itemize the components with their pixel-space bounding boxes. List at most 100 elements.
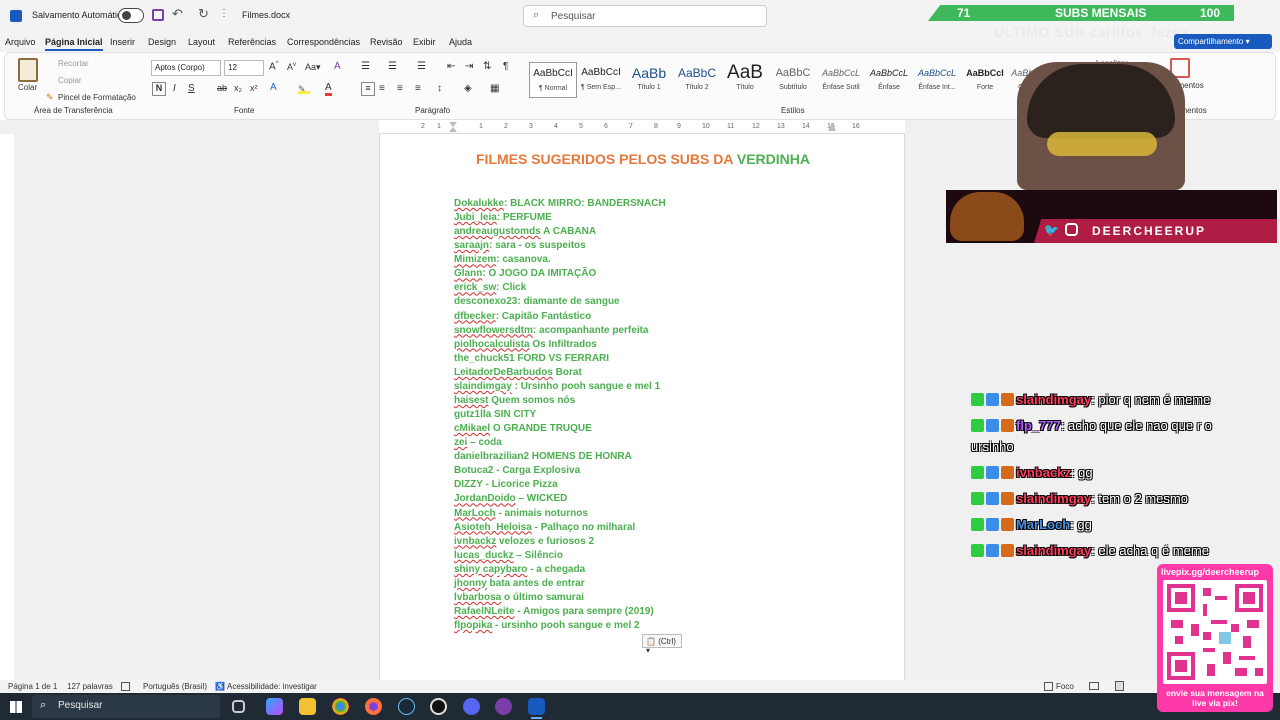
style-heading-2[interactable]: AaBbC Título 2 [673,62,721,98]
style-title[interactable]: AaB Título [721,62,769,98]
customize-menu-icon[interactable]: ⋮ [219,8,229,19]
bold-button[interactable]: N [152,82,166,96]
word-count[interactable]: 127 palavras [67,682,113,691]
style-strong[interactable]: AaBbCcI Forte [961,62,1009,98]
read-mode-icon[interactable] [1089,682,1099,690]
indent-marker-icon[interactable] [449,122,457,132]
align-right-icon[interactable]: ≡ [397,83,403,94]
undo-icon[interactable]: ↶ [172,6,183,22]
sort-icon[interactable]: ⇅ [483,61,491,72]
vertical-ruler[interactable] [0,134,14,680]
word-icon[interactable] [528,698,545,715]
text-effects-icon[interactable]: A [270,82,277,93]
font-name-select[interactable]: Aptos (Corpo) [151,60,221,76]
tab-correspondencias[interactable]: Correspondências [287,37,360,47]
tab-ajuda[interactable]: Ajuda [449,37,472,47]
format-painter-button[interactable]: Pincel de Formatação [58,93,136,102]
style-subtitle[interactable]: AaBbC Subtítulo [769,62,817,98]
paste-icon[interactable] [18,58,38,82]
decrease-indent-icon[interactable]: ⇤ [447,61,455,72]
windows-start-icon[interactable] [10,701,22,713]
italic-button[interactable]: I [173,83,176,94]
accessibility-status[interactable]: Acessibilidade: investigar [227,682,317,691]
style-emphasis[interactable]: AaBbCcL Ênfase [865,62,913,98]
borders-icon[interactable]: ▦ [490,83,499,94]
tab-layout[interactable]: Layout [188,37,215,47]
chat-badge-icon [971,518,984,531]
horizontal-ruler[interactable]: 2 1 1 2 3 4 5 6 7 8 9 10 11 12 13 14 15 … [379,120,905,134]
tab-exibir[interactable]: Exibir [413,37,436,47]
subscript-button[interactable]: x₂ [234,83,242,93]
font-size-select[interactable]: 12 [224,60,264,76]
tab-revisao[interactable]: Revisão [370,37,403,47]
strikethrough-button[interactable]: ab [217,83,227,93]
page-count[interactable]: Página 1 de 1 [8,682,57,691]
style-heading-1[interactable]: AaBb Título 1 [625,62,673,98]
line-username: Mimizem [454,254,497,266]
style-no-spacing[interactable]: AaBbCcI ¶ Sem Esp... [577,62,625,98]
clipboard-icon: 📋 [646,637,656,646]
task-view-icon[interactable] [232,700,245,713]
chat-message: flp_777: acho que ele nao que r o [971,418,1212,433]
shrink-font-button[interactable]: Av [287,62,296,72]
sub-count: 71 [957,6,971,20]
copy-button[interactable]: Copiar [58,76,82,85]
streamer-app-icon[interactable] [495,698,512,715]
align-left-icon[interactable]: ≡ [361,82,375,96]
underline-button[interactable]: S [188,83,195,94]
tab-inserir[interactable]: Inserir [110,37,135,47]
line-text: the_chuck51 FORD VS FERRARI [454,352,610,364]
autosave-toggle[interactable] [118,8,144,23]
file-explorer-icon[interactable] [299,698,316,715]
save-icon[interactable] [152,9,164,21]
change-case-button[interactable]: Aa▾ [305,62,321,73]
paste-button[interactable]: Colar [18,83,37,92]
superscript-button[interactable]: x² [250,83,258,93]
multilevel-list-icon[interactable]: ☰ [417,61,426,72]
chat-username: ivnbackz [1016,465,1071,480]
taskbar-search[interactable]: ⌕ Pesquisar [32,695,220,718]
line-text: danielbrazilian2 HOMENS DE HONRA [454,451,632,463]
style-name: Título 2 [685,84,709,91]
grow-font-button[interactable]: A^ [269,61,279,72]
proofing-icon[interactable] [121,682,130,691]
font-color-icon[interactable]: A [325,82,332,96]
obs-icon[interactable] [430,698,447,715]
style-normal[interactable]: AaBbCcI ¶ Normal [529,62,577,98]
chrome-icon[interactable] [332,698,349,715]
steam-icon[interactable] [398,698,415,715]
clear-formatting-icon[interactable]: A [334,61,341,72]
numbering-icon[interactable]: ☰ [388,61,397,72]
paste-options-button[interactable]: 📋 (Ctrl) ▾ [642,634,682,655]
firefox-icon[interactable] [365,698,382,715]
format-painter-icon: ✎ [46,92,54,102]
justify-icon[interactable]: ≡ [415,83,421,94]
tab-design[interactable]: Design [148,37,176,47]
highlight-color-icon[interactable]: ✎ [298,84,310,94]
align-center-icon[interactable]: ≡ [379,83,385,94]
discord-icon[interactable] [463,698,480,715]
print-layout-icon[interactable] [1115,681,1124,691]
line-spacing-icon[interactable]: ↕ [437,83,442,94]
share-button[interactable]: Compartilhamento ▾ [1174,34,1272,49]
cut-button[interactable]: Recortar [58,59,89,68]
tab-pagina-inicial[interactable]: Página Inicial [45,37,103,51]
copilot-icon[interactable] [266,698,283,715]
tab-arquivo[interactable]: Arquivo [5,37,36,47]
show-marks-icon[interactable]: ¶ [503,61,508,72]
focus-button[interactable]: Foco [1056,682,1074,691]
style-subtle-emphasis[interactable]: AaBbCcL Ênfase Sutil [817,62,865,98]
document-line: ivnbackz velozes e furiosos 2 [454,536,594,547]
line-username: erick_sw [454,282,497,294]
line-text: DIZZY - Licorice Pizza [454,479,558,491]
document-page[interactable]: FILMES SUGERIDOS PELOS SUBS DA VERDINHA … [379,134,905,680]
search-box[interactable]: ⌕ Pesquisar [523,5,767,27]
increase-indent-icon[interactable]: ⇥ [465,61,473,72]
shading-icon[interactable]: ◈ [464,83,472,94]
tab-referencias[interactable]: Referências [228,37,276,47]
style-intense-emphasis[interactable]: AaBbCcL Ênfase Int... [913,62,961,98]
language-indicator[interactable]: Português (Brasil) [143,682,207,691]
bullets-icon[interactable]: ☰ [361,61,370,72]
line-text: : O JOGO DA IMITAÇÃO [482,268,597,280]
redo-icon[interactable]: ↻ [198,6,209,22]
